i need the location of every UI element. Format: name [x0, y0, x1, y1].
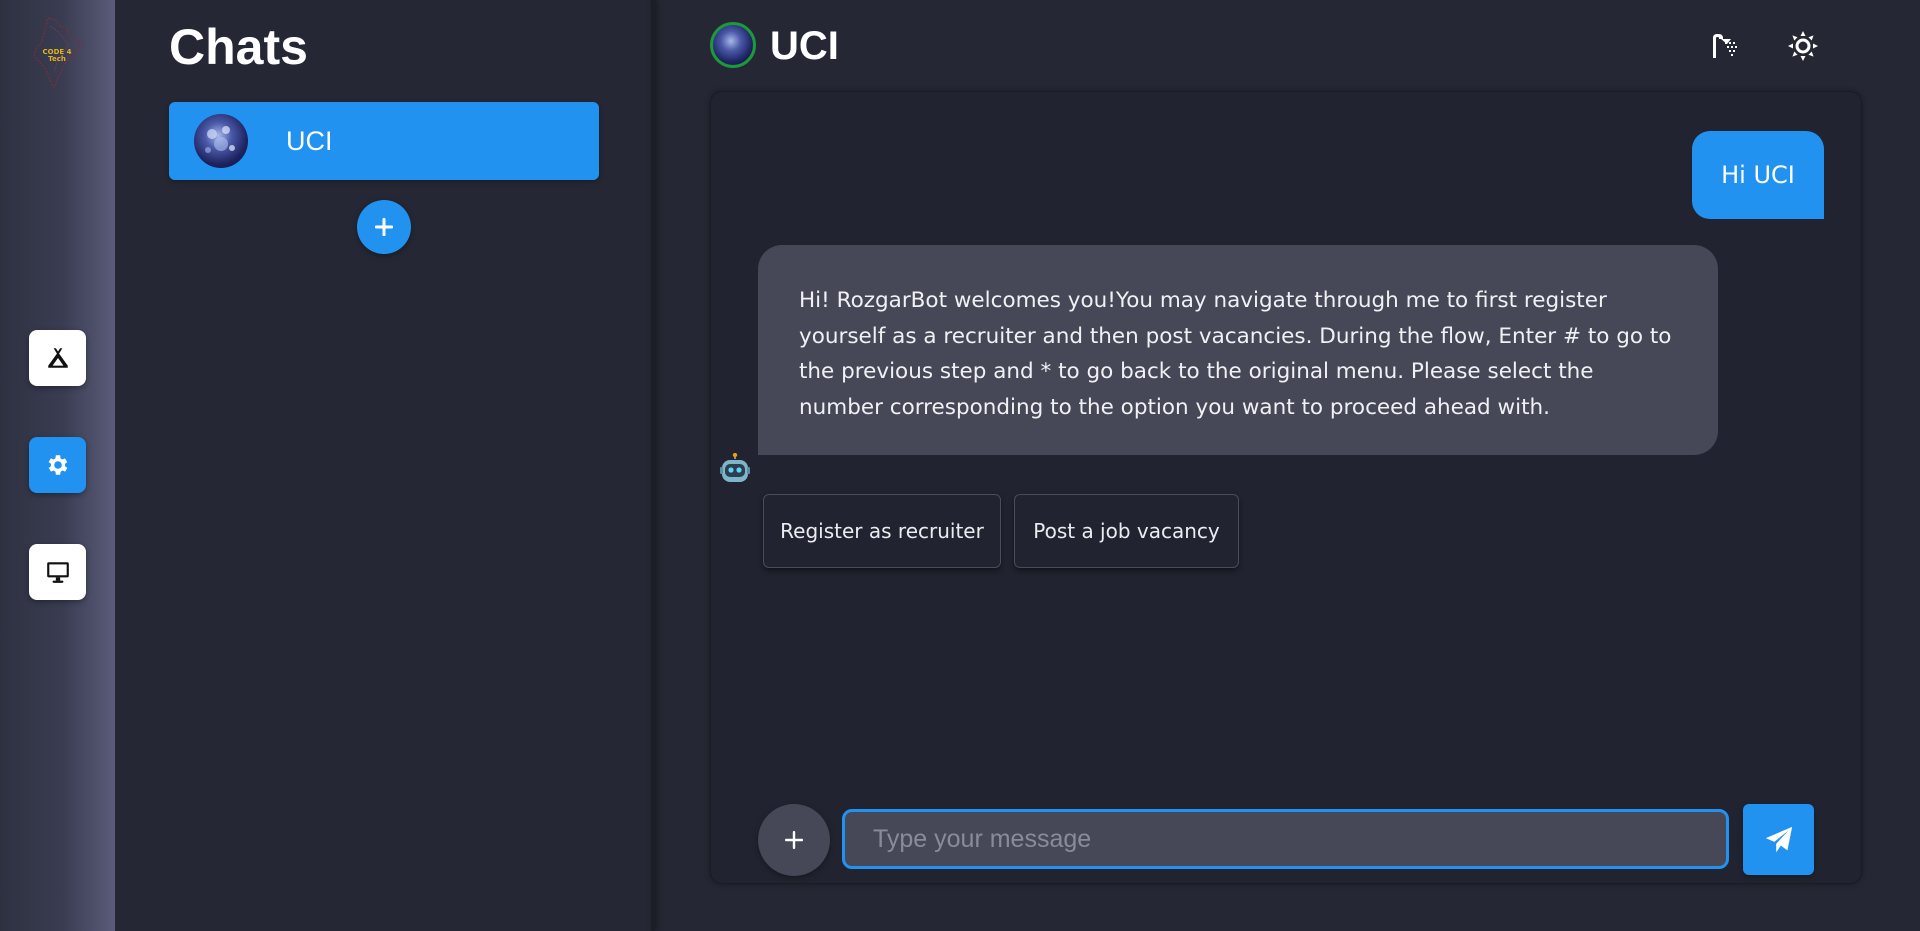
shower-icon — [1713, 34, 1737, 58]
desktop-nav-button[interactable] — [29, 544, 86, 600]
app-rail: CODE 4 Tech — [0, 0, 115, 931]
chats-panel: Chats UCI — [115, 0, 651, 931]
attach-button[interactable] — [758, 804, 830, 876]
gear-icon — [48, 455, 67, 475]
sun-icon — [1788, 31, 1818, 61]
chat-window[interactable]: Hi UCI Hi! RozgarBot welcomes you!You ma… — [710, 91, 1862, 884]
campground-nav-button[interactable] — [29, 330, 86, 386]
chat-name: UCI — [286, 125, 333, 156]
conversation-title: UCI — [770, 24, 839, 68]
message-input[interactable] — [842, 809, 1729, 869]
chat-list-item-uci[interactable]: UCI — [169, 102, 599, 180]
header-avatar — [710, 22, 756, 68]
add-chat-button[interactable] — [357, 200, 411, 254]
campground-icon — [47, 348, 68, 368]
option-post-job-vacancy-button[interactable]: Post a job vacancy — [1014, 494, 1239, 568]
plus-icon — [375, 218, 393, 236]
bot-avatar — [720, 452, 750, 485]
panel-divider — [651, 0, 655, 931]
chats-title: Chats — [169, 19, 308, 75]
chat-avatar — [194, 114, 248, 168]
plus-icon — [785, 831, 803, 849]
shower-button[interactable] — [1707, 28, 1743, 64]
logo-text: CODE 4 Tech — [42, 49, 72, 63]
option-register-recruiter-button[interactable]: Register as recruiter — [763, 494, 1001, 568]
settings-nav-button[interactable] — [29, 437, 86, 493]
desktop-icon — [46, 562, 69, 583]
avatar-image-icon — [205, 126, 235, 153]
theme-toggle-button[interactable] — [1785, 28, 1821, 64]
send-button[interactable] — [1743, 804, 1814, 875]
logo-text-line2: Tech — [48, 55, 66, 63]
bot-message-bubble: Hi! RozgarBot welcomes you!You may navig… — [758, 245, 1718, 455]
app-logo[interactable]: CODE 4 Tech — [26, 16, 86, 96]
robot-icon — [720, 452, 750, 482]
user-message-bubble: Hi UCI — [1692, 131, 1824, 219]
paper-plane-icon — [1765, 826, 1792, 852]
